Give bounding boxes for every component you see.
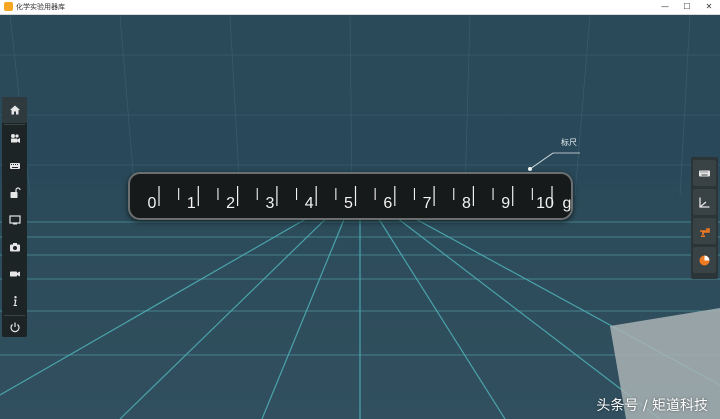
left-toolbar xyxy=(2,97,27,337)
close-button[interactable]: ✕ xyxy=(698,0,720,14)
ruler-label: 7 xyxy=(423,195,432,212)
ruler-scale: 0 1 2 3 4 5 6 7 8 9 10 g xyxy=(148,186,571,212)
faucet-button[interactable] xyxy=(693,218,716,244)
ruler-label: 5 xyxy=(344,195,353,212)
info-icon xyxy=(13,296,17,306)
video-button[interactable] xyxy=(2,261,27,287)
keyboard-icon xyxy=(699,170,710,176)
pie-chart-icon xyxy=(699,255,710,265)
ruler-unit-label: g xyxy=(563,195,571,212)
ruler-label: 9 xyxy=(501,195,510,212)
keyboard-button[interactable] xyxy=(2,153,27,179)
home-icon xyxy=(9,105,20,115)
power-button[interactable] xyxy=(2,317,27,337)
pie-chart-button[interactable] xyxy=(693,247,716,273)
power-icon xyxy=(9,322,20,333)
keyboard-icon xyxy=(9,163,20,169)
axes-button[interactable] xyxy=(693,189,716,215)
keyboard-button-right[interactable] xyxy=(693,160,716,186)
ruler-label: 0 xyxy=(148,195,157,212)
ruler-label: 3 xyxy=(265,195,274,212)
ruler-label: 1 xyxy=(187,195,196,212)
ruler[interactable]: 0 1 2 3 4 5 6 7 8 9 10 g xyxy=(128,172,573,220)
right-toolbar xyxy=(691,157,718,279)
ruler-label: 4 xyxy=(305,195,314,212)
app-icon xyxy=(4,2,13,11)
monitor-icon xyxy=(8,215,21,225)
unlock-button[interactable] xyxy=(2,180,27,206)
toolbar-divider xyxy=(4,315,25,316)
ruler-label: 6 xyxy=(383,195,392,212)
home-button[interactable] xyxy=(2,97,27,123)
callout-label: 标尺 xyxy=(561,138,577,147)
screenshot-button[interactable] xyxy=(2,234,27,260)
film-camera-icon xyxy=(10,134,20,143)
camera-view-button[interactable] xyxy=(2,126,27,152)
window-title: 化学实验用器库 xyxy=(16,3,65,11)
ruler-label: 10 xyxy=(536,195,554,212)
maximize-button[interactable]: ☐ xyxy=(676,0,698,14)
unlock-icon xyxy=(10,187,21,198)
info-button[interactable] xyxy=(2,288,27,314)
toolbar-divider xyxy=(4,124,25,125)
window-title-bar: 化学实验用器库 — ☐ ✕ xyxy=(0,0,720,15)
lab-scene-viewport[interactable]: 标尺 0 1 2 3 4 5 6 7 8 9 10 g 头条号 / 矩道科技 xyxy=(0,15,720,419)
monitor-button[interactable] xyxy=(2,207,27,233)
ruler-label: 2 xyxy=(226,195,235,212)
faucet-icon xyxy=(700,227,710,237)
axes-icon xyxy=(699,197,710,208)
minimize-button[interactable]: — xyxy=(654,0,676,14)
ruler-label: 8 xyxy=(462,195,471,212)
camera-icon xyxy=(9,243,20,252)
watermark: 头条号 / 矩道科技 xyxy=(596,398,708,414)
video-camera-icon xyxy=(9,271,20,277)
